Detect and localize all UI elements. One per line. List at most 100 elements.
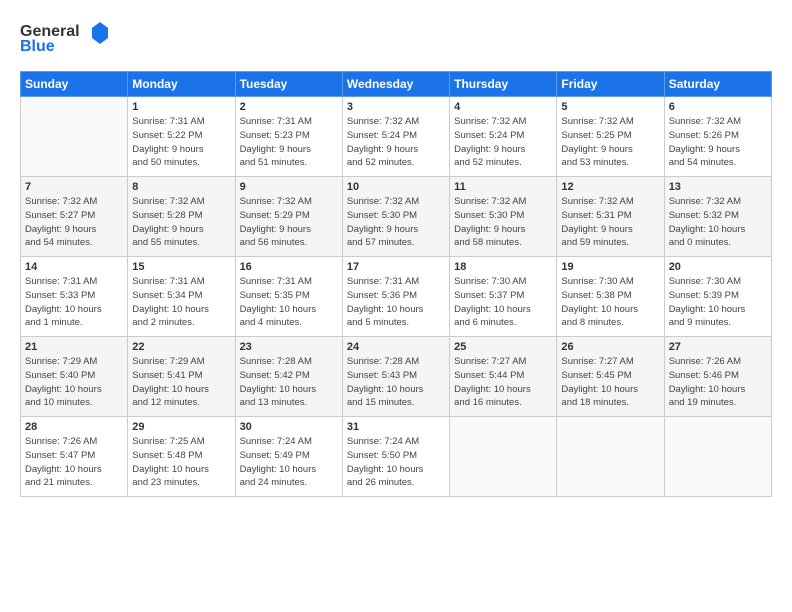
- day-info: Sunrise: 7:31 AM Sunset: 5:23 PM Dayligh…: [240, 115, 338, 170]
- day-number: 17: [347, 261, 445, 273]
- day-number: 16: [240, 261, 338, 273]
- weekday-header-wednesday: Wednesday: [342, 72, 449, 97]
- calendar-cell: 22Sunrise: 7:29 AM Sunset: 5:41 PM Dayli…: [128, 337, 235, 417]
- day-info: Sunrise: 7:30 AM Sunset: 5:39 PM Dayligh…: [669, 275, 767, 330]
- day-number: 6: [669, 101, 767, 113]
- calendar-cell: 14Sunrise: 7:31 AM Sunset: 5:33 PM Dayli…: [21, 257, 128, 337]
- day-number: 13: [669, 181, 767, 193]
- day-number: 2: [240, 101, 338, 113]
- day-info: Sunrise: 7:26 AM Sunset: 5:47 PM Dayligh…: [25, 435, 123, 490]
- weekday-header-thursday: Thursday: [450, 72, 557, 97]
- day-info: Sunrise: 7:24 AM Sunset: 5:50 PM Dayligh…: [347, 435, 445, 490]
- day-number: 21: [25, 341, 123, 353]
- weekday-header-saturday: Saturday: [664, 72, 771, 97]
- calendar-cell: 31 Sunrise: 7:24 AM Sunset: 5:50 PM Dayli…: [342, 417, 449, 497]
- calendar-cell: 5 Sunrise: 7:32 AM Sunset: 5:25 PM Daylig…: [557, 97, 664, 177]
- day-number: 4: [454, 101, 552, 113]
- calendar-cell: 6 Sunrise: 7:32 AM Sunset: 5:26 PM Daylig…: [664, 97, 771, 177]
- logo-general-text: General Blue: [20, 16, 120, 61]
- calendar-cell: 17 Sunrise: 7:31 AM Sunset: 5:36 PM Dayli…: [342, 257, 449, 337]
- day-info: Sunrise: 7:32 AM Sunset: 5:27 PM Dayligh…: [25, 195, 123, 250]
- day-info: Sunrise: 7:32 AM Sunset: 5:30 PM Dayligh…: [454, 195, 552, 250]
- day-number: 23: [240, 341, 338, 353]
- day-info: Sunrise: 7:31 AM Sunset: 5:33 PM Dayligh…: [25, 275, 123, 330]
- day-number: 1: [132, 101, 230, 113]
- calendar-cell: 19 Sunrise: 7:30 AM Sunset: 5:38 PM Dayli…: [557, 257, 664, 337]
- calendar-cell: 18Sunrise: 7:30 AM Sunset: 5:37 PM Dayli…: [450, 257, 557, 337]
- day-number: 19: [561, 261, 659, 273]
- day-info: Sunrise: 7:32 AM Sunset: 5:31 PM Dayligh…: [561, 195, 659, 250]
- day-number: 5: [561, 101, 659, 113]
- day-info: Sunrise: 7:29 AM Sunset: 5:40 PM Dayligh…: [25, 355, 123, 410]
- calendar-cell: 10 Sunrise: 7:32 AM Sunset: 5:30 PM Dayli…: [342, 177, 449, 257]
- day-info: Sunrise: 7:24 AM Sunset: 5:49 PM Dayligh…: [240, 435, 338, 490]
- day-number: 18: [454, 261, 552, 273]
- calendar-cell: 23 Sunrise: 7:28 AM Sunset: 5:42 PM Dayli…: [235, 337, 342, 417]
- calendar-cell: 13 Sunrise: 7:32 AM Sunset: 5:32 PM Dayli…: [664, 177, 771, 257]
- weekday-header-sunday: Sunday: [21, 72, 128, 97]
- day-number: 25: [454, 341, 552, 353]
- calendar-cell: 24Sunrise: 7:28 AM Sunset: 5:43 PM Dayli…: [342, 337, 449, 417]
- day-number: 26: [561, 341, 659, 353]
- calendar-cell: 28 Sunrise: 7:26 AM Sunset: 5:47 PM Dayli…: [21, 417, 128, 497]
- day-info: Sunrise: 7:28 AM Sunset: 5:43 PM Dayligh…: [347, 355, 445, 410]
- calendar-cell: 20 Sunrise: 7:30 AM Sunset: 5:39 PM Dayli…: [664, 257, 771, 337]
- calendar-cell: 11 Sunrise: 7:32 AM Sunset: 5:30 PM Dayli…: [450, 177, 557, 257]
- day-number: 31: [347, 421, 445, 433]
- calendar-cell: 8 Sunrise: 7:32 AM Sunset: 5:28 PM Daylig…: [128, 177, 235, 257]
- calendar-cell: 16 Sunrise: 7:31 AM Sunset: 5:35 PM Dayli…: [235, 257, 342, 337]
- day-info: Sunrise: 7:25 AM Sunset: 5:48 PM Dayligh…: [132, 435, 230, 490]
- calendar-cell: 25 Sunrise: 7:27 AM Sunset: 5:44 PM Dayli…: [450, 337, 557, 417]
- calendar-cell: [664, 417, 771, 497]
- day-number: 29: [132, 421, 230, 433]
- day-number: 20: [669, 261, 767, 273]
- calendar-cell: 7Sunrise: 7:32 AM Sunset: 5:27 PM Daylig…: [21, 177, 128, 257]
- day-info: Sunrise: 7:31 AM Sunset: 5:35 PM Dayligh…: [240, 275, 338, 330]
- day-info: Sunrise: 7:32 AM Sunset: 5:26 PM Dayligh…: [669, 115, 767, 170]
- calendar-table: SundayMondayTuesdayWednesdayThursdayFrid…: [20, 71, 772, 497]
- calendar-week-row: 1Sunrise: 7:31 AM Sunset: 5:22 PM Daylig…: [21, 97, 772, 177]
- day-info: Sunrise: 7:32 AM Sunset: 5:24 PM Dayligh…: [454, 115, 552, 170]
- day-info: Sunrise: 7:31 AM Sunset: 5:34 PM Dayligh…: [132, 275, 230, 330]
- calendar-cell: 3 Sunrise: 7:32 AM Sunset: 5:24 PM Daylig…: [342, 97, 449, 177]
- day-info: Sunrise: 7:32 AM Sunset: 5:25 PM Dayligh…: [561, 115, 659, 170]
- day-info: Sunrise: 7:32 AM Sunset: 5:29 PM Dayligh…: [240, 195, 338, 250]
- day-number: 28: [25, 421, 123, 433]
- day-info: Sunrise: 7:27 AM Sunset: 5:45 PM Dayligh…: [561, 355, 659, 410]
- calendar-cell: 21 Sunrise: 7:29 AM Sunset: 5:40 PM Dayli…: [21, 337, 128, 417]
- calendar-cell: 15Sunrise: 7:31 AM Sunset: 5:34 PM Dayli…: [128, 257, 235, 337]
- day-number: 12: [561, 181, 659, 193]
- calendar-cell: 26 Sunrise: 7:27 AM Sunset: 5:45 PM Dayli…: [557, 337, 664, 417]
- day-info: Sunrise: 7:31 AM Sunset: 5:36 PM Dayligh…: [347, 275, 445, 330]
- calendar-cell: 29 Sunrise: 7:25 AM Sunset: 5:48 PM Dayli…: [128, 417, 235, 497]
- calendar-cell: 9 Sunrise: 7:32 AM Sunset: 5:29 PM Daylig…: [235, 177, 342, 257]
- weekday-header-monday: Monday: [128, 72, 235, 97]
- weekday-header-tuesday: Tuesday: [235, 72, 342, 97]
- day-info: Sunrise: 7:32 AM Sunset: 5:32 PM Dayligh…: [669, 195, 767, 250]
- calendar-cell: 4 Sunrise: 7:32 AM Sunset: 5:24 PM Daylig…: [450, 97, 557, 177]
- main-container: General Blue SundayMondayTuesdayWednesda…: [0, 0, 792, 507]
- logo: General Blue: [20, 16, 120, 61]
- calendar-cell: [450, 417, 557, 497]
- day-number: 3: [347, 101, 445, 113]
- day-number: 9: [240, 181, 338, 193]
- day-info: Sunrise: 7:28 AM Sunset: 5:42 PM Dayligh…: [240, 355, 338, 410]
- calendar-cell: 30Sunrise: 7:24 AM Sunset: 5:49 PM Dayli…: [235, 417, 342, 497]
- day-info: Sunrise: 7:27 AM Sunset: 5:44 PM Dayligh…: [454, 355, 552, 410]
- day-number: 10: [347, 181, 445, 193]
- calendar-cell: 1Sunrise: 7:31 AM Sunset: 5:22 PM Daylig…: [128, 97, 235, 177]
- day-info: Sunrise: 7:32 AM Sunset: 5:28 PM Dayligh…: [132, 195, 230, 250]
- calendar-cell: 2 Sunrise: 7:31 AM Sunset: 5:23 PM Daylig…: [235, 97, 342, 177]
- calendar-cell: 12 Sunrise: 7:32 AM Sunset: 5:31 PM Dayli…: [557, 177, 664, 257]
- day-info: Sunrise: 7:32 AM Sunset: 5:30 PM Dayligh…: [347, 195, 445, 250]
- day-info: Sunrise: 7:32 AM Sunset: 5:24 PM Dayligh…: [347, 115, 445, 170]
- calendar-cell: [21, 97, 128, 177]
- weekday-header-row: SundayMondayTuesdayWednesdayThursdayFrid…: [21, 72, 772, 97]
- calendar-week-row: 7Sunrise: 7:32 AM Sunset: 5:27 PM Daylig…: [21, 177, 772, 257]
- day-number: 11: [454, 181, 552, 193]
- weekday-header-friday: Friday: [557, 72, 664, 97]
- day-number: 8: [132, 181, 230, 193]
- day-info: Sunrise: 7:30 AM Sunset: 5:38 PM Dayligh…: [561, 275, 659, 330]
- calendar-week-row: 28 Sunrise: 7:26 AM Sunset: 5:47 PM Dayli…: [21, 417, 772, 497]
- day-number: 22: [132, 341, 230, 353]
